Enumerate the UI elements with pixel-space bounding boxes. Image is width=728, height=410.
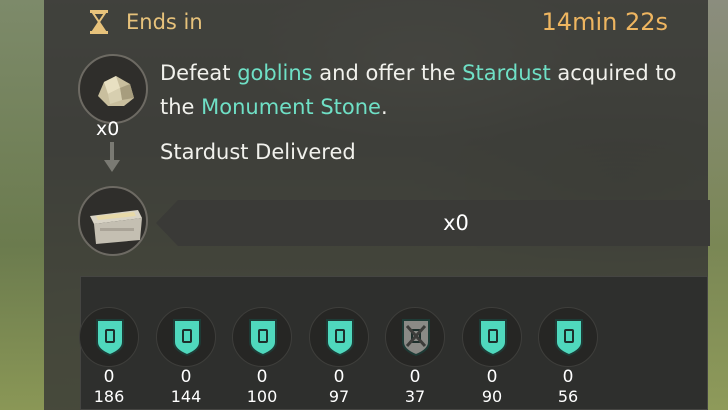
reward-tier-item[interactable]: 0 186 (73, 307, 149, 410)
reward-tier-item[interactable]: 0 144 (150, 307, 226, 410)
reward-required-amount: 37 (404, 387, 426, 406)
stardust-icon (98, 76, 134, 106)
tier-1-shield-icon (96, 319, 124, 356)
tier-3-shield-icon (249, 319, 277, 356)
reward-required-amount: 56 (557, 387, 579, 406)
reward-owned-count: 0 (103, 367, 115, 387)
reward-tier-item[interactable]: 0 37 (379, 307, 455, 410)
countdown-timer: 14min 22s (541, 8, 668, 36)
highlighted-keyword: Monument Stone (201, 95, 381, 119)
stardust-held-count: x0 (96, 118, 120, 140)
tier-5-shield-icon (402, 319, 430, 356)
reward-tier-item[interactable]: 0 56 (532, 307, 608, 410)
reward-badge (385, 307, 445, 367)
hourglass-icon (90, 10, 108, 34)
background-left-edge (0, 0, 44, 410)
description-text: and offer the (312, 61, 463, 85)
reward-owned-count: 0 (256, 367, 268, 387)
reward-owned-count: 0 (333, 367, 345, 387)
treasure-chest-icon (90, 210, 142, 244)
stardust-delivered-label: Stardust Delivered (160, 140, 356, 164)
reward-required-amount: 186 (93, 387, 125, 406)
stardust-item-slot[interactable] (78, 54, 148, 124)
reward-badge (79, 307, 139, 367)
highlighted-keyword: Stardust (462, 61, 551, 85)
tier-6-shield-icon (479, 319, 507, 356)
description-text: . (380, 95, 388, 119)
reward-tier-item[interactable]: 0 90 (456, 307, 532, 410)
tier-7-shield-icon (555, 319, 583, 356)
tier-2-shield-icon (173, 319, 201, 356)
description-text: Defeat (160, 61, 238, 85)
tier-4-shield-icon (326, 319, 354, 356)
monument-chest-slot[interactable] (78, 186, 148, 256)
reward-badge (462, 307, 522, 367)
reward-required-amount: 90 (481, 387, 503, 406)
reward-tier-list: 0 186 0 144 0 100 0 97 0 37 0 90 0 56 (79, 276, 708, 410)
reward-owned-count: 0 (562, 367, 574, 387)
reward-owned-count: 0 (180, 367, 192, 387)
reward-badge (232, 307, 292, 367)
reward-owned-count: 0 (486, 367, 498, 387)
event-header: Ends in 14min 22s (48, 6, 668, 36)
reward-badge (309, 307, 369, 367)
ends-in-label: Ends in (126, 10, 203, 34)
arrow-down-icon (104, 142, 120, 172)
stardust-delivered-count: x0 (443, 211, 469, 235)
reward-badge (156, 307, 216, 367)
reward-required-amount: 97 (328, 387, 350, 406)
reward-badge (538, 307, 598, 367)
reward-owned-count: 0 (409, 367, 421, 387)
reward-required-amount: 100 (246, 387, 278, 406)
reward-tier-item[interactable]: 0 97 (303, 307, 379, 410)
highlighted-keyword: goblins (237, 61, 313, 85)
reward-tier-item[interactable]: 0 100 (226, 307, 302, 410)
quest-description: Defeat goblins and offer the Stardust ac… (160, 56, 680, 124)
reward-required-amount: 144 (170, 387, 202, 406)
